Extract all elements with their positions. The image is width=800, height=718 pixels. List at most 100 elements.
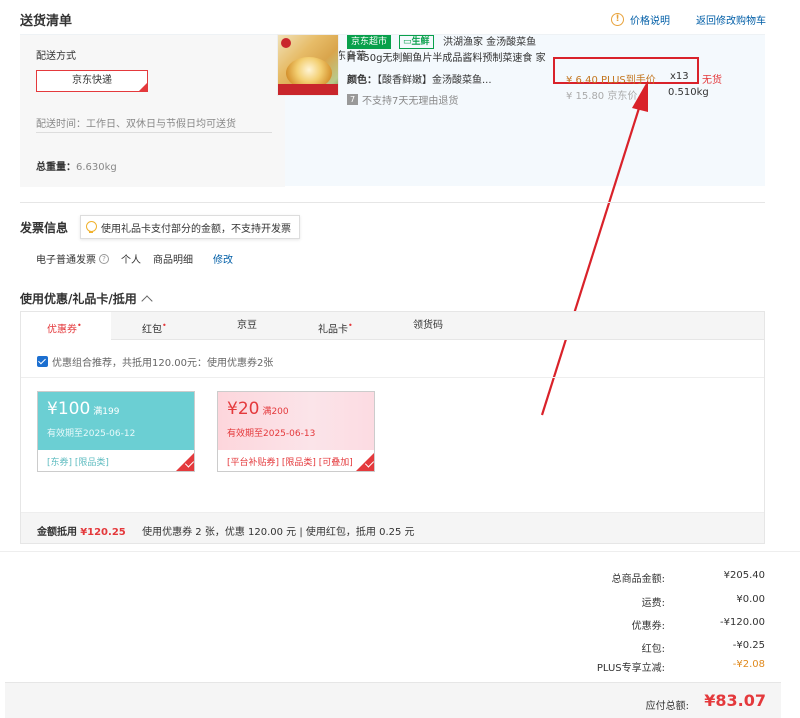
divider [21, 377, 764, 378]
total-amount: ¥83.07 [704, 691, 766, 710]
tab-jd-beans[interactable]: 京豆 [237, 312, 257, 340]
coupon-value: ¥100 [47, 399, 91, 419]
total-weight-label: 总重量： [36, 162, 76, 173]
tab-coupon[interactable]: 优惠券• [21, 312, 111, 341]
coupon-card[interactable]: ¥20 满200 有效期至2025-06-13 [平台补贴券] [限品类] [可叠… [217, 391, 375, 472]
tab-label: 礼品卡 [318, 324, 348, 336]
tab-redeem-code[interactable]: 领货码 [413, 312, 443, 340]
coupon-section-title[interactable]: 使用优惠/礼品卡/抵用 [20, 290, 153, 307]
tab-red-packet[interactable]: 红包• [142, 312, 167, 340]
invoice-title: 发票信息 [20, 221, 69, 235]
summary-value: ¥205.40 [723, 570, 765, 581]
invoice-details: 电子普通发票 ? 个人 商品明细 修改 [36, 251, 233, 266]
invoice-type: 电子普通发票 [36, 255, 96, 266]
summary-label: 优惠券: [631, 621, 665, 632]
divider [36, 132, 272, 133]
coupon-tags: [平台补贴券] [限品类] [可叠加] [227, 458, 353, 468]
delivery-list-title: 送货清单 [20, 14, 73, 29]
back-to-cart-link[interactable]: 返回修改购物车 [696, 12, 766, 27]
tab-label: 京豆 [237, 320, 257, 331]
delivery-list-header: 送货清单 ! 价格说明 返回修改购物车 [20, 10, 780, 30]
tab-dot: • [348, 321, 353, 330]
coupon-threshold: 满199 [93, 407, 120, 417]
summary-row: 总商品金额: ¥205.40 [465, 570, 765, 585]
divider [20, 202, 765, 203]
total-label: 应付总额: [645, 701, 689, 712]
shipping-panel: 配送方式 京东快递 配送时间：工作日、双休日与节假日均可送货 总重量：6.630… [20, 35, 285, 187]
delivery-time: 配送时间：工作日、双休日与节假日均可送货 [36, 119, 236, 130]
coupon-face: ¥100 满199 有效期至2025-06-12 [38, 392, 194, 450]
price-note-link[interactable]: 价格说明 [630, 12, 670, 27]
combo-recommend[interactable]: 优惠组合推荐，共抵用120.00元：使用优惠券2张 [37, 354, 273, 369]
invoice-modify-link[interactable]: 修改 [213, 251, 233, 266]
product-name-line2[interactable]: 片450g无刺鮰鱼片半成品酱料预制菜速食 家 [347, 51, 562, 67]
fresh-tag-text: 生鲜 [411, 37, 430, 47]
checkbox-checked-icon[interactable] [37, 356, 48, 367]
item-weight: 0.510kg [668, 87, 709, 98]
help-icon[interactable]: ? [99, 253, 109, 264]
selected-corner-icon [139, 83, 147, 91]
tab-label: 红包 [142, 324, 162, 336]
discount-summary-bar: 金额抵用 ¥120.25 使用优惠券 2 张，优惠 120.00 元 | 使用红… [21, 512, 764, 543]
supermarket-tag: 京东超市 [347, 35, 392, 49]
coupon-expiry: 有效期至2025-06-12 [47, 429, 136, 439]
summary-row: 红包: -¥0.25 [465, 640, 765, 655]
combo-text: 优惠组合推荐，共抵用120.00元：使用优惠券2张 [52, 358, 274, 369]
coupon-card[interactable]: ¥100 满199 有效期至2025-06-12 [东券] [限品类] [37, 391, 195, 472]
discount-amount: ¥120.25 [80, 527, 126, 538]
summary-row: 优惠券: -¥120.00 [465, 617, 765, 632]
summary-value: ¥0.00 [736, 594, 765, 605]
product-name-line1[interactable]: 洪湖渔家 金汤酸菜鱼 [443, 35, 558, 51]
color-value: 【酸香鲜嫩】金汤酸菜鱼... [377, 75, 492, 86]
product-image[interactable] [277, 34, 339, 96]
coupon-panel: 优惠券• 红包• 京豆 礼品卡• 领货码 优惠组合推荐，共抵用120.00元：使… [20, 311, 765, 544]
invoice-tip-text: 使用礼品卡支付部分的金额，不支持开发票 [101, 223, 291, 235]
quantity: x13 [670, 71, 689, 82]
divider [0, 551, 800, 552]
shipping-method-label: 配送方式 [36, 51, 76, 62]
summary-label: 红包: [641, 644, 665, 655]
summary-label: 运费: [641, 598, 665, 609]
chevron-up-icon [141, 294, 153, 307]
invoice-detail: 商品明细 [153, 255, 193, 266]
color-label: 颜色： [347, 75, 377, 86]
lightbulb-icon [85, 220, 97, 234]
no-return-notice: 7 不支持7天无理由退货 [347, 92, 458, 107]
original-price: ¥ 15.80 京东价 [566, 91, 638, 102]
tab-dot: • [77, 321, 82, 330]
plus-price: ¥ 6.40 PLUS到手价 [566, 75, 656, 86]
summary-label: 总商品金额: [611, 574, 665, 585]
shipping-method-option[interactable]: 京东快递 [36, 70, 148, 92]
invoice-personal: 个人 [121, 255, 141, 266]
tab-gift-card[interactable]: 礼品卡• [318, 312, 353, 340]
coupon-threshold: 满200 [262, 407, 289, 417]
fresh-tag: ▭生鲜 [399, 35, 434, 49]
coupon-amount: ¥100 满199 [47, 399, 119, 419]
coupon-amount: ¥20 满200 [227, 399, 289, 419]
fresh-tag-icon: ▭ [403, 37, 412, 47]
coupon-expiry: 有效期至2025-06-13 [227, 429, 316, 439]
coupon-value: ¥20 [227, 399, 260, 419]
summary-row: 运费: ¥0.00 [465, 594, 765, 609]
tab-dot: • [162, 321, 167, 330]
invoice-tip: 使用礼品卡支付部分的金额，不支持开发票 [80, 215, 300, 239]
total-weight: 总重量：6.630kg [36, 158, 117, 173]
shipping-method-text: 京东快递 [72, 75, 112, 86]
tab-label: 优惠券 [47, 324, 77, 336]
discount-detail: 使用优惠券 2 张，优惠 120.00 元 | 使用红包，抵用 0.25 元 [142, 527, 415, 538]
summary-value: -¥120.00 [720, 617, 765, 628]
discount-label: 金额抵用 [37, 527, 77, 538]
tab-label: 领货码 [413, 320, 443, 331]
no-return-icon: 7 [347, 94, 358, 105]
product-color: 颜色：【酸香鲜嫩】金汤酸菜鱼... [347, 71, 492, 86]
discount-summary: 金额抵用 ¥120.25 使用优惠券 2 张，优惠 120.00 元 | 使用红… [37, 523, 415, 538]
no-return-text: 不支持7天无理由退货 [362, 96, 459, 107]
info-icon: ! [611, 13, 624, 26]
coupon-tags: [东券] [限品类] [47, 458, 109, 468]
coupon-face: ¥20 满200 有效期至2025-06-13 [218, 392, 374, 450]
summary-label: PLUS专享立减: [596, 663, 665, 674]
coupon-section-title-text: 使用优惠/礼品卡/抵用 [20, 292, 137, 306]
stock-status: 无货 [702, 75, 722, 86]
header-links: ! 价格说明 返回修改购物车 [611, 12, 766, 27]
summary-value: -¥0.25 [732, 640, 765, 651]
